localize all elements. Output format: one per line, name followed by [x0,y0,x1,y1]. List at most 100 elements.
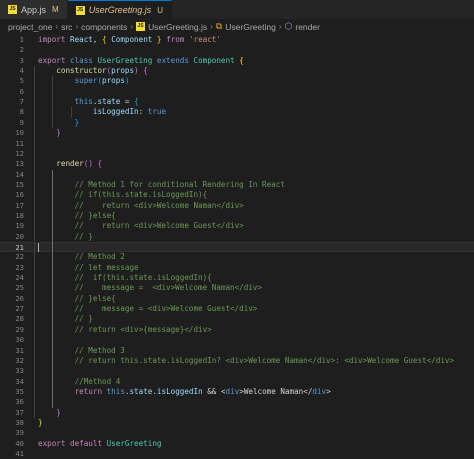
code-token: > [326,386,331,396]
code-text: this.state = { [75,97,139,107]
code-token: // message = <div>Welcome Naman</div> [74,283,263,293]
code-line[interactable]: 10} [0,128,474,138]
code-line[interactable]: 34 //Method 4 [0,377,474,387]
code-line[interactable]: 7 this.state = { [0,97,474,107]
code-text: //Method 4 [75,377,121,387]
breadcrumb-item-components[interactable]: components [81,22,127,32]
code-line[interactable]: 13 render() { [0,159,474,169]
line-number: 35 [15,386,24,396]
code-token: // if(this.state.isLoggedIn){ [74,273,212,283]
code-line[interactable]: 6 [0,87,474,97]
code-line[interactable]: 29 // return <div>{message}</div> [0,325,474,335]
code-line[interactable]: 32 // return this.state.isLoggedIn? <div>… [0,356,474,366]
code-text: } [56,128,61,138]
class-symbol-icon: ⧉ [215,21,223,31]
code-line[interactable]: 19 // return <div>Welcome Guest</div> [0,221,474,231]
line-number: 11 [15,138,24,148]
code-line[interactable]: 23 // let message [0,263,474,273]
code-token: && [202,386,221,396]
code-line[interactable]: 20 // } [0,232,474,242]
code-text: // if(this.state.isLoggedIn){ [75,190,208,200]
code-line[interactable]: 16 // if(this.state.isLoggedIn){ [0,190,474,200]
code-token: 'react' [188,35,221,44]
code-line[interactable]: 11 [0,139,474,149]
code-line[interactable]: 41 [0,449,474,459]
code-line[interactable]: 26 // }else{ [0,294,474,304]
line-number: 9 [19,117,24,127]
code-token: Component [193,55,235,65]
code-text: // } [75,232,93,242]
line-number: 6 [19,86,24,96]
code-line[interactable]: 18 // }else{ [0,211,474,221]
code-line[interactable]: 35 return this.state.isLoggedIn && <div>W… [0,387,474,397]
code-text: // let message [75,263,139,273]
code-line[interactable]: 14 [0,170,474,180]
code-line[interactable]: 25 // message = <div>Welcome Naman</div> [0,283,474,293]
code-line[interactable]: 15 // Method 1 for conditional Rendering … [0,180,474,190]
line-number: 41 [15,449,24,458]
code-token: state [129,386,153,396]
code-line[interactable]: 40 export default UserGreeting [0,439,474,449]
line-number: 20 [15,231,24,241]
line-number: 29 [15,324,24,334]
code-token: props [102,76,125,86]
code-line[interactable]: 12 [0,149,474,159]
code-line[interactable]: 4 constructor(props) { [0,66,474,76]
code-line[interactable]: 17 // return <div>Welcome Naman</div> [0,201,474,211]
line-number: 39 [15,428,24,438]
line-number: 30 [15,335,24,345]
code-line[interactable]: 2 [0,45,474,55]
breadcrumb-item-project[interactable]: project_one [8,22,52,32]
code-text: export class UserGreeting extends Compon… [38,56,244,66]
javascript-file-icon: JS [75,5,85,15]
indent-guide [34,66,35,418]
code-token: // return this.state.isLoggedIn? <div>We… [74,355,455,365]
breadcrumb-item-file[interactable]: UserGreeting.js [148,22,207,32]
breadcrumb-item-class[interactable]: UserGreeting [225,22,276,32]
code-token: { [143,66,148,76]
line-number: 28 [15,314,24,324]
breadcrumb-item-src[interactable]: src [61,22,72,32]
code-text: // Method 1 for conditional Rendering In… [75,180,285,190]
code-line[interactable]: 31 // Method 3 [0,346,474,356]
code-token: export [38,55,66,65]
indent-guide [52,76,54,129]
code-line[interactable]: 9} [0,118,474,128]
code-token: this [74,97,93,107]
code-line[interactable]: 5 super(props) [0,76,474,86]
code-token: isLoggedIn [156,386,203,396]
code-editor[interactable]: 1 import React, { Component } from 'react… [0,33,474,458]
line-number: 18 [15,210,24,220]
code-line[interactable]: 36 [0,397,474,407]
tab-app-js[interactable]: JS App.js M [0,0,68,19]
code-line[interactable]: 39 [0,428,474,438]
line-number: 4 [19,66,24,76]
code-line[interactable]: 37} [0,408,474,418]
code-text: // return <div>Welcome Naman</div> [75,201,244,211]
code-line[interactable]: 28 // } [0,314,474,324]
code-token: ) [124,76,130,86]
breadcrumb-item-method[interactable]: render [295,22,320,32]
code-text: // message = <div>Welcome Naman</div> [75,283,262,293]
javascript-file-icon: JS [8,5,17,14]
code-line[interactable]: 30 [0,335,474,345]
code-line[interactable]: 38} [0,418,474,428]
line-number: 26 [15,293,24,303]
code-line[interactable]: 27 // message = <div>Welcome Guest</div> [0,304,474,314]
chevron-right-icon: › [55,22,59,31]
code-text: return this.state.isLoggedIn && <div>Wel… [75,387,331,397]
code-line[interactable]: 24 // if(this.state.isLoggedIn){ [0,273,474,283]
line-number: 16 [15,190,24,200]
code-line[interactable]: 22 // Method 2 [0,252,474,262]
code-line[interactable]: 3 export class UserGreeting extends Compo… [0,56,474,66]
code-text: export default UserGreeting [38,439,161,449]
code-text: super(props) [75,76,130,86]
code-line[interactable]: 1 import React, { Component } from 'react… [0,35,474,45]
line-number: 22 [15,252,24,262]
code-token: // message = <div>Welcome Guest</div> [74,304,258,314]
line-number: 37 [15,407,24,417]
tab-usergreeting-js[interactable]: JS UserGreeting.js U [67,0,172,19]
code-token: { [239,55,244,65]
code-line[interactable]: 33 [0,366,474,376]
code-line[interactable]: 21 [0,242,474,253]
